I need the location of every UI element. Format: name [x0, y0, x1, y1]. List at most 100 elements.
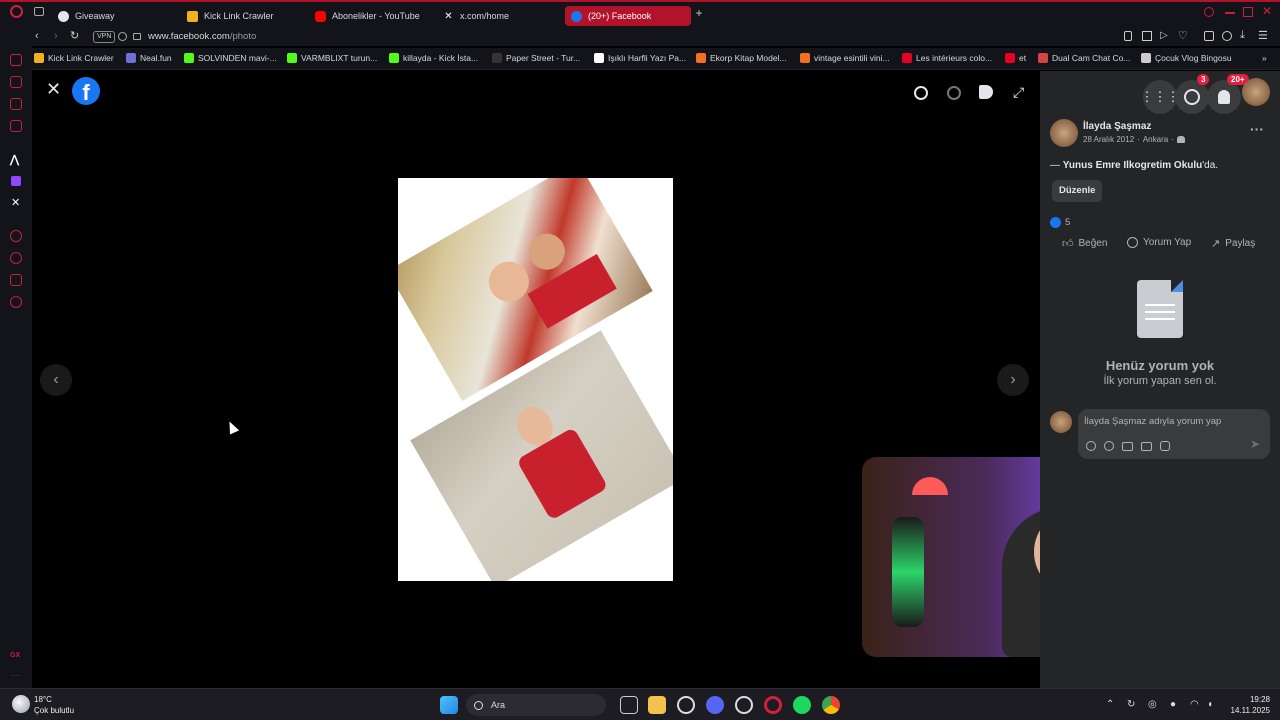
bookmark-item[interactable]: Les intérieurs colo... [902, 53, 992, 63]
easy-setup-icon[interactable]: ☰ [1258, 29, 1268, 42]
next-photo-button[interactable]: › [997, 364, 1029, 396]
minimize-button[interactable] [1225, 12, 1235, 14]
spotify-icon[interactable] [793, 696, 811, 714]
more-sidebar-icon[interactable]: ··· [11, 670, 21, 681]
tray-network-app-icon[interactable]: ◎ [1148, 699, 1160, 711]
vpn-badge[interactable]: VPN [93, 31, 116, 43]
menu-grid-icon[interactable]: ⋮⋮⋮ [1141, 80, 1180, 114]
tab-youtube[interactable]: Abonelikler - YouTube [309, 6, 435, 26]
task-view-icon[interactable] [620, 696, 638, 714]
tray-microphone-icon[interactable]: ● [1170, 699, 1182, 711]
tab-giveaway[interactable]: Giveaway [52, 6, 178, 26]
opera-logo-icon[interactable] [10, 5, 23, 18]
zoom-out-icon[interactable] [947, 86, 961, 100]
bookmarks-overflow-button[interactable]: » [1262, 53, 1267, 63]
weather-widget[interactable]: 18°C Çok bulutlu [34, 694, 74, 716]
twitch-sidebar-icon[interactable] [11, 176, 21, 186]
comment-input[interactable]: İlayda Şaşmaz adıyla yorum yap [1084, 416, 1221, 427]
bookmarks-sidebar-icon[interactable] [10, 274, 22, 286]
facebook-logo-icon[interactable]: f [72, 77, 100, 105]
player-icon[interactable]: ▷ [1160, 30, 1168, 41]
discord-icon[interactable] [706, 696, 724, 714]
bookmark-item[interactable]: killayda - Kick İsta... [389, 53, 478, 63]
x-sidebar-icon[interactable]: ✕ [11, 196, 20, 209]
tray-wifi-icon[interactable]: ◠ [1190, 699, 1202, 711]
emoji-icon[interactable] [1104, 441, 1114, 451]
tab-kick-link-crawler[interactable]: Kick Link Crawler [181, 6, 307, 26]
place-link[interactable]: Yunus Emre Ilkogretim Okulu [1063, 160, 1202, 171]
post-location[interactable]: Ankara [1143, 135, 1168, 144]
forward-button[interactable]: › [54, 30, 58, 42]
tray-sync-icon[interactable]: ↻ [1127, 699, 1139, 711]
post-date[interactable]: 28 Aralık 2012 [1083, 135, 1134, 144]
bookmark-item[interactable]: Dual Cam Chat Co... [1038, 53, 1130, 63]
reload-button[interactable]: ↻ [70, 29, 79, 42]
chrome-icon[interactable] [822, 696, 840, 714]
bookmark-item[interactable]: et [1005, 53, 1026, 63]
send-icon[interactable]: ➤ [1250, 437, 1260, 451]
gx-control-icon[interactable] [10, 54, 22, 66]
edit-button[interactable]: Düzenle [1052, 180, 1103, 202]
mail-sidebar-icon[interactable] [10, 120, 22, 132]
share-button[interactable]: ↗ Paylaş [1211, 237, 1255, 250]
account-avatar[interactable] [1242, 78, 1270, 106]
bookmark-item[interactable]: SOLVINDEN mavi-... [184, 53, 277, 63]
comment-button[interactable]: Yorum Yap [1127, 237, 1191, 248]
tray-volume-icon[interactable]: ◖ [1207, 699, 1219, 711]
weather-icon[interactable] [12, 695, 30, 713]
url-field[interactable]: www.facebook.com/photo [148, 31, 256, 42]
bookmark-item[interactable]: Ekorp Kitap Model... [696, 53, 787, 63]
messenger-sidebar-icon[interactable] [10, 98, 22, 110]
fullscreen-icon[interactable]: ⤢ [1013, 84, 1024, 101]
close-viewer-icon[interactable]: ✕ [46, 79, 61, 100]
bookmark-item[interactable]: Kick Link Crawler [34, 53, 114, 63]
tag-icon[interactable] [979, 85, 993, 99]
snapshot-icon[interactable] [1142, 31, 1152, 41]
bookmark-item[interactable]: Çocuk Vlog Bingosu [1141, 53, 1232, 63]
bookmark-item[interactable]: vintage esintili vini... [800, 53, 890, 63]
like-reaction-icon[interactable] [1050, 217, 1061, 228]
heart-icon[interactable]: ♡ [1178, 29, 1188, 42]
maximize-button[interactable] [1243, 7, 1253, 17]
tab-facebook[interactable]: (20+) Facebook [565, 6, 691, 26]
bookmark-item[interactable]: Işıklı Harfli Yazı Pa... [594, 53, 686, 63]
zoom-in-icon[interactable] [914, 86, 928, 100]
obs-icon[interactable] [735, 696, 753, 714]
close-window-button[interactable]: ✕ [1262, 4, 1274, 18]
download-icon[interactable]: ⤓ [1240, 29, 1245, 42]
messenger-icon[interactable] [1175, 80, 1209, 114]
like-button[interactable]: 👍︎ Beğen [1062, 237, 1107, 250]
notifications-bell-icon[interactable] [1207, 80, 1241, 114]
new-tab-button[interactable]: + [693, 7, 705, 19]
bookmark-item[interactable]: Paper Street - Tur... [492, 53, 580, 63]
settings-sidebar-icon[interactable] [10, 296, 22, 308]
link-icon[interactable] [118, 32, 127, 41]
tray-overflow-icon[interactable]: ⌃ [1106, 699, 1118, 711]
previous-photo-button[interactable]: ‹ [40, 364, 72, 396]
gif-icon[interactable] [1141, 442, 1152, 451]
steam-icon[interactable] [677, 696, 695, 714]
profile-icon[interactable] [1222, 31, 1232, 41]
opera-gx-icon[interactable] [764, 696, 782, 714]
kick-sidebar-icon[interactable]: ⋀ [10, 153, 22, 166]
search-tabs-icon[interactable] [1204, 7, 1214, 17]
reaction-count[interactable]: 5 [1065, 217, 1070, 228]
author-avatar[interactable] [1050, 119, 1078, 147]
taskbar-search[interactable]: Ara [466, 694, 606, 716]
sticker-icon[interactable] [1160, 441, 1170, 451]
history-sidebar-icon[interactable] [10, 252, 22, 264]
avatar-sticker-icon[interactable] [1086, 441, 1096, 451]
back-button[interactable]: ‹ [35, 30, 39, 42]
extensions-icon[interactable] [1204, 31, 1214, 41]
author-name[interactable]: İlayda Şaşmaz [1083, 121, 1151, 132]
bookmark-item[interactable]: Neal.fun [126, 53, 172, 63]
file-explorer-icon[interactable] [648, 696, 666, 714]
workspaces-icon[interactable] [34, 7, 44, 16]
start-button[interactable] [440, 696, 458, 714]
clock[interactable]: 19:28 14.11.2025 [1226, 694, 1270, 716]
friends-audience-icon[interactable] [1176, 136, 1185, 143]
comment-composer[interactable]: İlayda Şaşmaz adıyla yorum yap ➤ [1078, 409, 1270, 459]
tab-x-home[interactable]: ✕ x.com/home [437, 6, 563, 26]
pin-icon[interactable] [1124, 31, 1132, 41]
post-options-icon[interactable]: ··· [1250, 121, 1264, 137]
